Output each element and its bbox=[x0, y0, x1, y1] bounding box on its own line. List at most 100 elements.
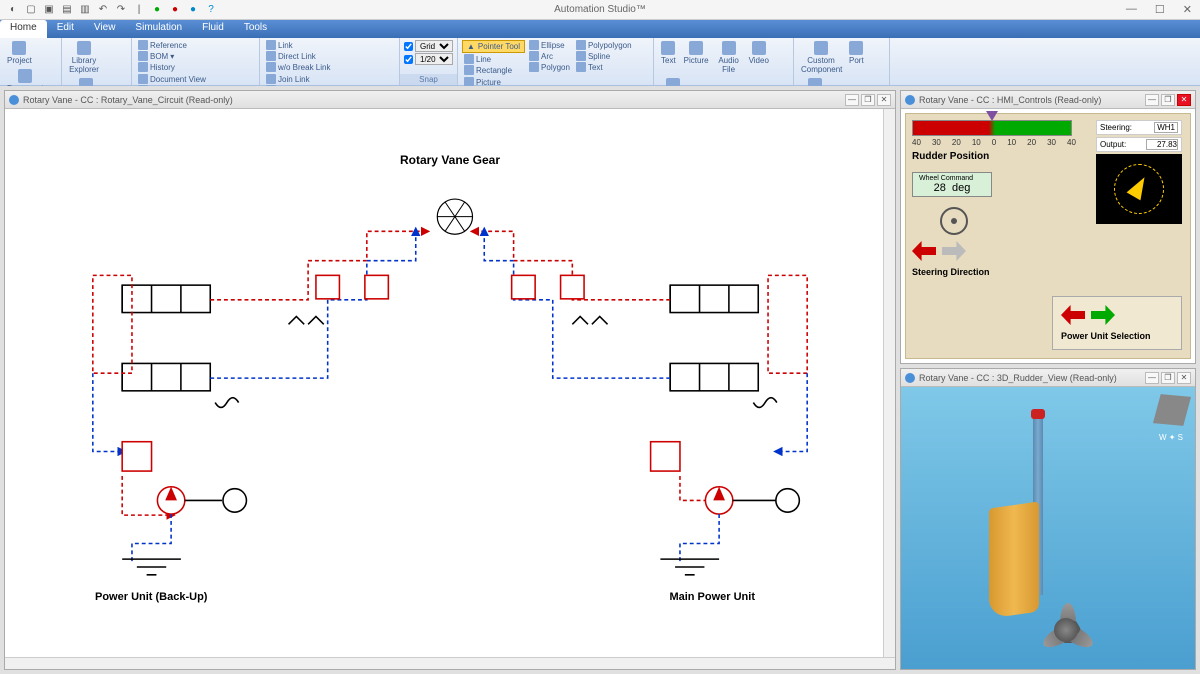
circuit-pane-title: Rotary Vane - CC : Rotary_Vane_Circuit (… bbox=[23, 95, 233, 105]
output-field[interactable] bbox=[1146, 139, 1178, 150]
pointer-tool-button[interactable]: ▲ Pointer Tool bbox=[462, 40, 525, 53]
polygon-button[interactable]: Polygon bbox=[527, 62, 572, 72]
window-controls: — ☐ ✕ bbox=[1122, 3, 1196, 16]
steer-left-button[interactable] bbox=[912, 241, 936, 261]
pane-minimize-button[interactable]: — bbox=[845, 94, 859, 106]
hmi-pane-titlebar: Rotary Vane - CC : HMI_Controls (Read-on… bbox=[901, 91, 1195, 109]
project-button[interactable]: Project bbox=[4, 40, 35, 66]
nav-compass-icon[interactable]: W ✦ S bbox=[1159, 433, 1183, 442]
wheel-command-display: Wheel Command 28 deg bbox=[912, 172, 992, 197]
menu-tabs: Home Edit View Simulation Fluid Tools bbox=[0, 20, 1200, 38]
ribbon-group-drawing: ▲ Pointer Tool Line Rectangle Ellipse Ar… bbox=[458, 38, 654, 85]
title-bar: ◐ ▢ ▣ ▤ ▥ ↶ ↷ | ● ● ● ? Automation Studi… bbox=[0, 0, 1200, 20]
direct-link-button[interactable]: Direct Link bbox=[264, 51, 332, 61]
ribbon: Project Document▾ New Library Explorer C… bbox=[0, 38, 1200, 86]
steering-wheel-icon[interactable] bbox=[940, 207, 968, 235]
ellipse-button[interactable]: Ellipse bbox=[527, 40, 572, 50]
qat-save-icon[interactable]: ▤ bbox=[60, 3, 74, 17]
schematic-title: Rotary Vane Gear bbox=[400, 153, 500, 167]
steering-direction-label: Steering Direction bbox=[912, 267, 1184, 277]
history-button[interactable]: History bbox=[136, 62, 189, 72]
line-button[interactable]: Line bbox=[462, 54, 525, 64]
hmi-pane: Rotary Vane - CC : HMI_Controls (Read-on… bbox=[900, 90, 1196, 364]
break-link-button[interactable]: w/o Break Link bbox=[264, 62, 332, 72]
maximize-button[interactable]: ☐ bbox=[1151, 3, 1169, 16]
document-view-button[interactable]: Document View bbox=[136, 74, 213, 84]
tab-edit[interactable]: Edit bbox=[47, 20, 84, 38]
qat-sep: | bbox=[132, 3, 146, 17]
compass-box: Steering:WH1 Output: bbox=[1096, 120, 1182, 224]
text-button[interactable]: Text bbox=[574, 62, 634, 72]
compass-display bbox=[1096, 154, 1182, 224]
left-unit-label: Power Unit (Back-Up) bbox=[95, 591, 207, 603]
view3d-pane-titlebar: Rotary Vane - CC : 3D_Rudder_View (Read-… bbox=[901, 369, 1195, 387]
propeller-3d bbox=[1024, 593, 1104, 663]
view3d-pane: Rotary Vane - CC : 3D_Rudder_View (Read-… bbox=[900, 368, 1196, 670]
qat-help-icon[interactable]: ? bbox=[204, 3, 218, 17]
pane-close-button[interactable]: ✕ bbox=[1177, 372, 1191, 384]
polypolygon-button[interactable]: Polypolygon bbox=[574, 40, 634, 50]
library-explorer-button[interactable]: Library Explorer bbox=[66, 40, 102, 75]
qat-redo-icon[interactable]: ↷ bbox=[114, 3, 128, 17]
qat-undo-icon[interactable]: ↶ bbox=[96, 3, 110, 17]
qat-sim3-icon[interactable]: ● bbox=[186, 3, 200, 17]
custom-component-button[interactable]: Custom Component bbox=[798, 40, 844, 75]
steer-right-button[interactable] bbox=[942, 241, 966, 261]
power-unit-label: Power Unit Selection bbox=[1061, 331, 1173, 341]
workspace: Rotary Vane - CC : Rotary_Vane_Circuit (… bbox=[0, 86, 1200, 674]
qat-sim2-icon[interactable]: ● bbox=[168, 3, 182, 17]
pane-restore-button[interactable]: ❐ bbox=[861, 94, 875, 106]
rectangle-button[interactable]: Rectangle bbox=[462, 65, 525, 75]
pane-restore-button[interactable]: ❐ bbox=[1161, 372, 1175, 384]
schematic-svg: M bbox=[5, 109, 895, 657]
tooltip-text-button[interactable]: Text bbox=[658, 40, 679, 66]
close-button[interactable]: ✕ bbox=[1179, 3, 1196, 16]
tooltip-video-button[interactable]: Video bbox=[746, 40, 772, 66]
join-link-button[interactable]: Join Link bbox=[264, 74, 360, 84]
ribbon-group-custom: Custom Component Port Extract Symbol Cus… bbox=[794, 38, 890, 85]
tab-home[interactable]: Home bbox=[0, 20, 47, 38]
scale-checkbox[interactable]: 1/20 bbox=[404, 53, 453, 65]
tab-tools[interactable]: Tools bbox=[234, 20, 277, 38]
pane-minimize-button[interactable]: — bbox=[1145, 372, 1159, 384]
grid-checkbox[interactable]: Grid bbox=[404, 40, 453, 52]
steering-arrows bbox=[912, 241, 1184, 261]
vertical-scrollbar[interactable] bbox=[883, 109, 895, 657]
app-title: Automation Studio™ bbox=[554, 4, 646, 15]
pane-close-button[interactable]: ✕ bbox=[877, 94, 891, 106]
pane-restore-button[interactable]: ❐ bbox=[1161, 94, 1175, 106]
port-button[interactable]: Port bbox=[846, 40, 867, 66]
right-column: Rotary Vane - CC : HMI_Controls (Read-on… bbox=[900, 90, 1196, 670]
qat-open-icon[interactable]: ▣ bbox=[42, 3, 56, 17]
pane-close-button[interactable]: ✕ bbox=[1177, 94, 1191, 106]
app-icon[interactable]: ◐ bbox=[6, 3, 20, 17]
navigation-cube[interactable] bbox=[1153, 394, 1191, 426]
power-right-button[interactable] bbox=[1091, 305, 1115, 325]
bom-button[interactable]: BOM ▾ bbox=[136, 51, 189, 61]
tab-view[interactable]: View bbox=[84, 20, 126, 38]
ribbon-group-tooltip: Text Picture Audio File Video Other File… bbox=[654, 38, 794, 85]
minimize-button[interactable]: — bbox=[1122, 3, 1141, 16]
reference-button[interactable]: Reference bbox=[136, 40, 189, 50]
rudder-ticks: 40302010010203040 bbox=[912, 138, 1076, 147]
quick-access-toolbar: ◐ ▢ ▣ ▤ ▥ ↶ ↷ | ● ● ● ? bbox=[0, 3, 218, 17]
qat-new-icon[interactable]: ▢ bbox=[24, 3, 38, 17]
steering-value: WH1 bbox=[1154, 122, 1178, 133]
hmi-body: 40302010010203040 Rudder Position Wheel … bbox=[905, 113, 1191, 359]
arc-button[interactable]: Arc bbox=[527, 51, 572, 61]
tooltip-picture-button[interactable]: Picture bbox=[681, 40, 712, 66]
pane-icon bbox=[9, 95, 19, 105]
ribbon-group-links: Link Direct Link w/o Break Link Join Lin… bbox=[260, 38, 400, 85]
tooltip-audio-button[interactable]: Audio File bbox=[714, 40, 744, 75]
view3d-canvas[interactable]: W ✦ S bbox=[901, 387, 1195, 669]
qat-print-icon[interactable]: ▥ bbox=[78, 3, 92, 17]
schematic-canvas[interactable]: Rotary Vane Gear Power Unit (Back-Up) Ma… bbox=[5, 109, 895, 657]
tab-simulation[interactable]: Simulation bbox=[125, 20, 192, 38]
pane-minimize-button[interactable]: — bbox=[1145, 94, 1159, 106]
horizontal-scrollbar[interactable] bbox=[5, 657, 895, 669]
qat-sim1-icon[interactable]: ● bbox=[150, 3, 164, 17]
power-left-button[interactable] bbox=[1061, 305, 1085, 325]
link-button[interactable]: Link bbox=[264, 40, 332, 50]
tab-fluid[interactable]: Fluid bbox=[192, 20, 234, 38]
spline-button[interactable]: Spline bbox=[574, 51, 634, 61]
